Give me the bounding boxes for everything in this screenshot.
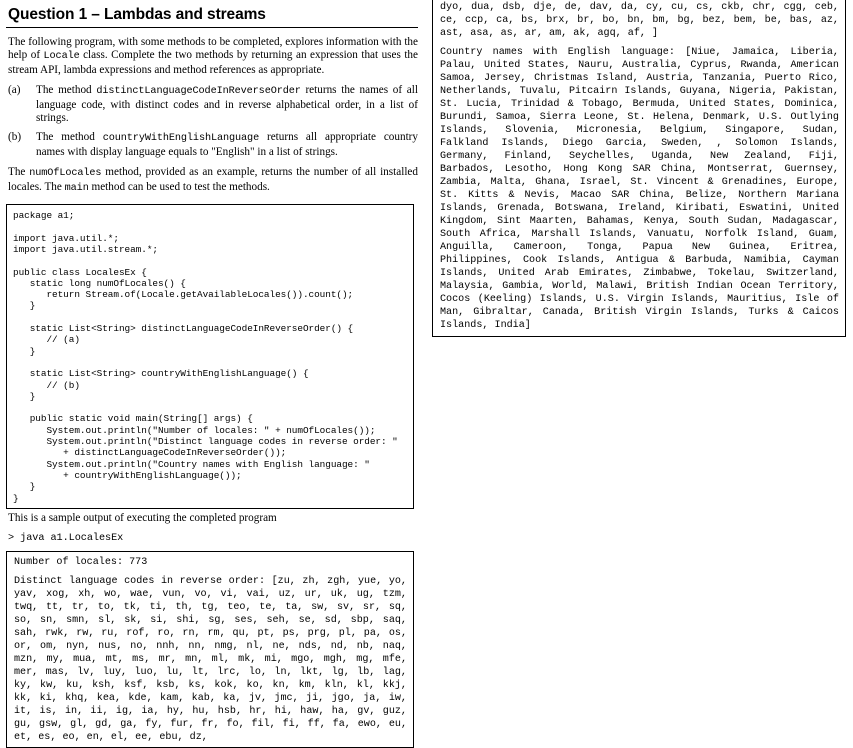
- intro-paragraph: The following program, with some methods…: [8, 36, 418, 77]
- sample-output-caption: This is a sample output of executing the…: [8, 511, 277, 524]
- closing-part-3: method can be used to test the methods.: [88, 181, 270, 194]
- inline-code-locale: Locale: [43, 50, 80, 62]
- list-item: (b) The method countryWithEnglishLanguag…: [8, 131, 418, 159]
- closing-part-1: The: [8, 166, 30, 179]
- item-a-pre: The method: [36, 83, 97, 96]
- console-output-box-right: dyo, dua, dsb, dje, de, dav, da, cy, cu,…: [432, 0, 846, 337]
- page-title: Question 1 – Lambdas and streams: [8, 6, 266, 23]
- code-listing-box: package a1; import java.util.*; import j…: [6, 204, 414, 509]
- left-column: Question 1 – Lambdas and streams The fol…: [6, 0, 420, 748]
- title-divider: [6, 27, 418, 29]
- list-item-marker-a: (a): [8, 83, 21, 96]
- output-language-codes: Distinct language codes in reverse order…: [14, 575, 414, 743]
- right-column: dyo, dua, dsb, dje, de, dav, da, cy, cu,…: [432, 0, 846, 337]
- console-output-box-left: Number of locales: 773 Distinct language…: [6, 550, 414, 748]
- inline-code-country-with-english-language: countryWithEnglishLanguage: [102, 133, 260, 145]
- java-source-code: package a1; import java.util.*; import j…: [13, 210, 398, 504]
- list-item-body-a: The method distinctLanguageCodeInReverse…: [36, 84, 418, 125]
- output-language-codes-continued: dyo, dua, dsb, dje, de, dav, da, cy, cu,…: [440, 2, 846, 39]
- inline-code-num-of-locales: numOfLocales: [29, 168, 102, 180]
- shell-command-line: > java a1.LocalesEx: [8, 532, 124, 544]
- list-item-body-b: The method countryWithEnglishLanguage re…: [36, 131, 418, 159]
- item-b-pre: The method: [36, 131, 103, 144]
- output-line-locales-count: Number of locales: 773: [14, 556, 148, 568]
- closing-paragraph: The numOfLocales method, provided as an …: [8, 166, 418, 196]
- list-item-marker-b: (b): [8, 131, 22, 144]
- inline-code-distinct-language-code: distinctLanguageCodeInReverseOrder: [96, 85, 301, 97]
- output-country-names: Country names with English language: [Ni…: [440, 47, 846, 331]
- inline-code-main: main: [64, 183, 89, 195]
- list-item: (a) The method distinctLanguageCodeInRev…: [8, 84, 418, 125]
